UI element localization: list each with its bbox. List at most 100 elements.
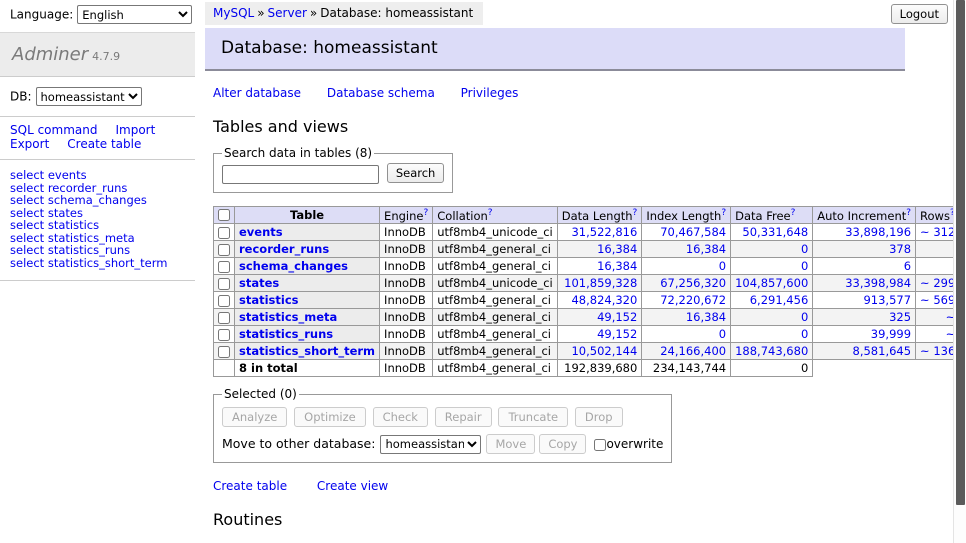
row-checkbox[interactable] [218, 244, 230, 256]
table-name-link[interactable]: statistics [239, 293, 299, 307]
column-header-label: Data Length [562, 208, 633, 222]
select-all-checkbox[interactable] [218, 209, 230, 221]
overwrite-label[interactable]: overwrite [606, 437, 663, 451]
adminer-version: 4.7.9 [92, 50, 120, 63]
sidebar: Language: English Adminer 4.7.9 DB: homeass… [0, 0, 195, 283]
index-length-cell: 0 [642, 258, 731, 275]
collation-cell: utf8mb4_general_ci [433, 241, 558, 258]
search-button[interactable]: Search [387, 163, 445, 183]
sidebar-link-export[interactable]: Export [10, 137, 49, 151]
language-label: Language: [10, 8, 73, 22]
table-name-link[interactable]: states [239, 276, 279, 290]
column-header-label: Auto Increment [817, 208, 906, 222]
sidebar-table-links: select events select recorder_runs selec… [0, 162, 195, 278]
overwrite-checkbox[interactable] [594, 439, 606, 451]
sidebar-item-select-statistics[interactable]: select statistics [10, 219, 195, 232]
data-free-cell: 50,331,648 [731, 224, 813, 241]
truncate-button[interactable]: Truncate [498, 407, 568, 427]
check-button[interactable]: Check [373, 407, 428, 427]
sidebar-link-create-table[interactable]: Create table [67, 137, 141, 151]
routines-heading: Routines [213, 510, 905, 529]
move-database-select[interactable]: homeassistant [380, 435, 481, 454]
engine-cell: InnoDB [380, 360, 433, 377]
row-checkbox[interactable] [218, 295, 230, 307]
breadcrumb-driver-link[interactable]: MySQL [213, 6, 254, 20]
index-length-total-cell: 234,143,744 [642, 360, 731, 377]
move-button[interactable]: Move [486, 434, 535, 454]
scrollbar-thumb[interactable] [956, 0, 965, 505]
help-icon[interactable]: ? [791, 208, 796, 218]
sidebar-link-sql-command[interactable]: SQL command [10, 123, 97, 137]
auto-increment-cell: 33,398,984 [813, 275, 916, 292]
create-view-link[interactable]: Create view [317, 479, 388, 493]
engine-cell: InnoDB [380, 292, 433, 309]
adminer-logo[interactable]: Adminer [12, 44, 88, 65]
help-icon[interactable]: ? [906, 208, 911, 218]
breadcrumb-server-link[interactable]: Server [268, 6, 307, 20]
engine-cell: InnoDB [380, 326, 433, 343]
sidebar-link-import[interactable]: Import [115, 123, 155, 137]
collation-cell: utf8mb4_general_ci [433, 326, 558, 343]
breadcrumb-current: Database: homeassistant [320, 6, 473, 20]
column-header-label: Index Length [646, 208, 721, 222]
row-checkbox[interactable] [218, 261, 230, 273]
create-table-link[interactable]: Create table [213, 479, 287, 493]
table-row-recorder-runs: recorder_runs InnoDB utf8mb4_general_ci … [214, 241, 966, 258]
sidebar-item-select-schema-changes[interactable]: select schema_changes [10, 194, 195, 207]
db-label: DB: [10, 90, 32, 104]
data-length-cell: 49,152 [557, 309, 642, 326]
collation-cell: utf8mb4_general_ci [433, 292, 558, 309]
data-free-cell: 188,743,680 [731, 343, 813, 360]
vertical-scrollbar[interactable] [953, 0, 966, 543]
analyze-button[interactable]: Analyze [222, 407, 287, 427]
table-name-link[interactable]: statistics_short_term [239, 344, 375, 358]
table-name-link[interactable]: events [239, 225, 283, 239]
move-row: Move to other database: homeassistant Move… [222, 434, 663, 454]
engine-cell: InnoDB [380, 343, 433, 360]
db-select[interactable]: homeassistant [36, 87, 142, 106]
main-content: Database: homeassistant Alter database D… [205, 28, 905, 543]
collation-cell: utf8mb4_unicode_ci [433, 224, 558, 241]
breadcrumb: MySQL»Server»Database: homeassistant [205, 2, 483, 25]
sidebar-item-select-statistics-runs[interactable]: select statistics_runs [10, 244, 195, 257]
row-checkbox[interactable] [218, 227, 230, 239]
sidebar-item-select-events[interactable]: select events [10, 169, 195, 182]
divider [0, 159, 195, 160]
logout-button[interactable]: Logout [891, 4, 948, 24]
row-checkbox[interactable] [218, 278, 230, 290]
row-checkbox[interactable] [218, 346, 230, 358]
engine-cell: InnoDB [380, 258, 433, 275]
optimize-button[interactable]: Optimize [294, 407, 366, 427]
help-icon[interactable]: ? [488, 208, 493, 218]
drop-button[interactable]: Drop [575, 407, 623, 427]
table-name-link[interactable]: schema_changes [239, 259, 348, 273]
help-icon[interactable]: ? [423, 208, 428, 218]
help-icon[interactable]: ? [633, 208, 638, 218]
repair-button[interactable]: Repair [435, 407, 492, 427]
database-schema-link[interactable]: Database schema [327, 86, 435, 100]
table-name-link[interactable]: recorder_runs [239, 242, 329, 256]
row-checkbox[interactable] [218, 329, 230, 341]
data-length-cell: 16,384 [557, 258, 642, 275]
table-name-link[interactable]: statistics_meta [239, 310, 337, 324]
table-name-link[interactable]: statistics_runs [239, 327, 333, 341]
row-checkbox[interactable] [218, 312, 230, 324]
language-select[interactable]: English [77, 5, 192, 24]
collation-cell: utf8mb4_general_ci [433, 360, 558, 377]
copy-button[interactable]: Copy [539, 434, 586, 454]
help-icon[interactable]: ? [721, 208, 726, 218]
tables-and-views-heading: Tables and views [213, 117, 905, 136]
data-free-total-cell: 0 [731, 360, 813, 377]
db-selector-row: DB: homeassistant [0, 77, 195, 114]
privileges-link[interactable]: Privileges [461, 86, 519, 100]
create-links: Create table Create view [213, 479, 905, 493]
search-input[interactable] [222, 165, 379, 184]
sidebar-item-select-statistics-short-term[interactable]: select statistics_short_term [10, 257, 195, 270]
column-header-auto-increment: Auto Increment? [813, 206, 916, 224]
selected-legend: Selected (0) [222, 387, 299, 401]
search-fieldset: Search data in tables (8) Search [213, 146, 453, 193]
table-row-statistics-meta: statistics_meta InnoDB utf8mb4_general_c… [214, 309, 966, 326]
alter-database-link[interactable]: Alter database [213, 86, 301, 100]
table-row-statistics-short-term: statistics_short_term InnoDB utf8mb4_gen… [214, 343, 966, 360]
move-label: Move to other database: [222, 436, 375, 451]
